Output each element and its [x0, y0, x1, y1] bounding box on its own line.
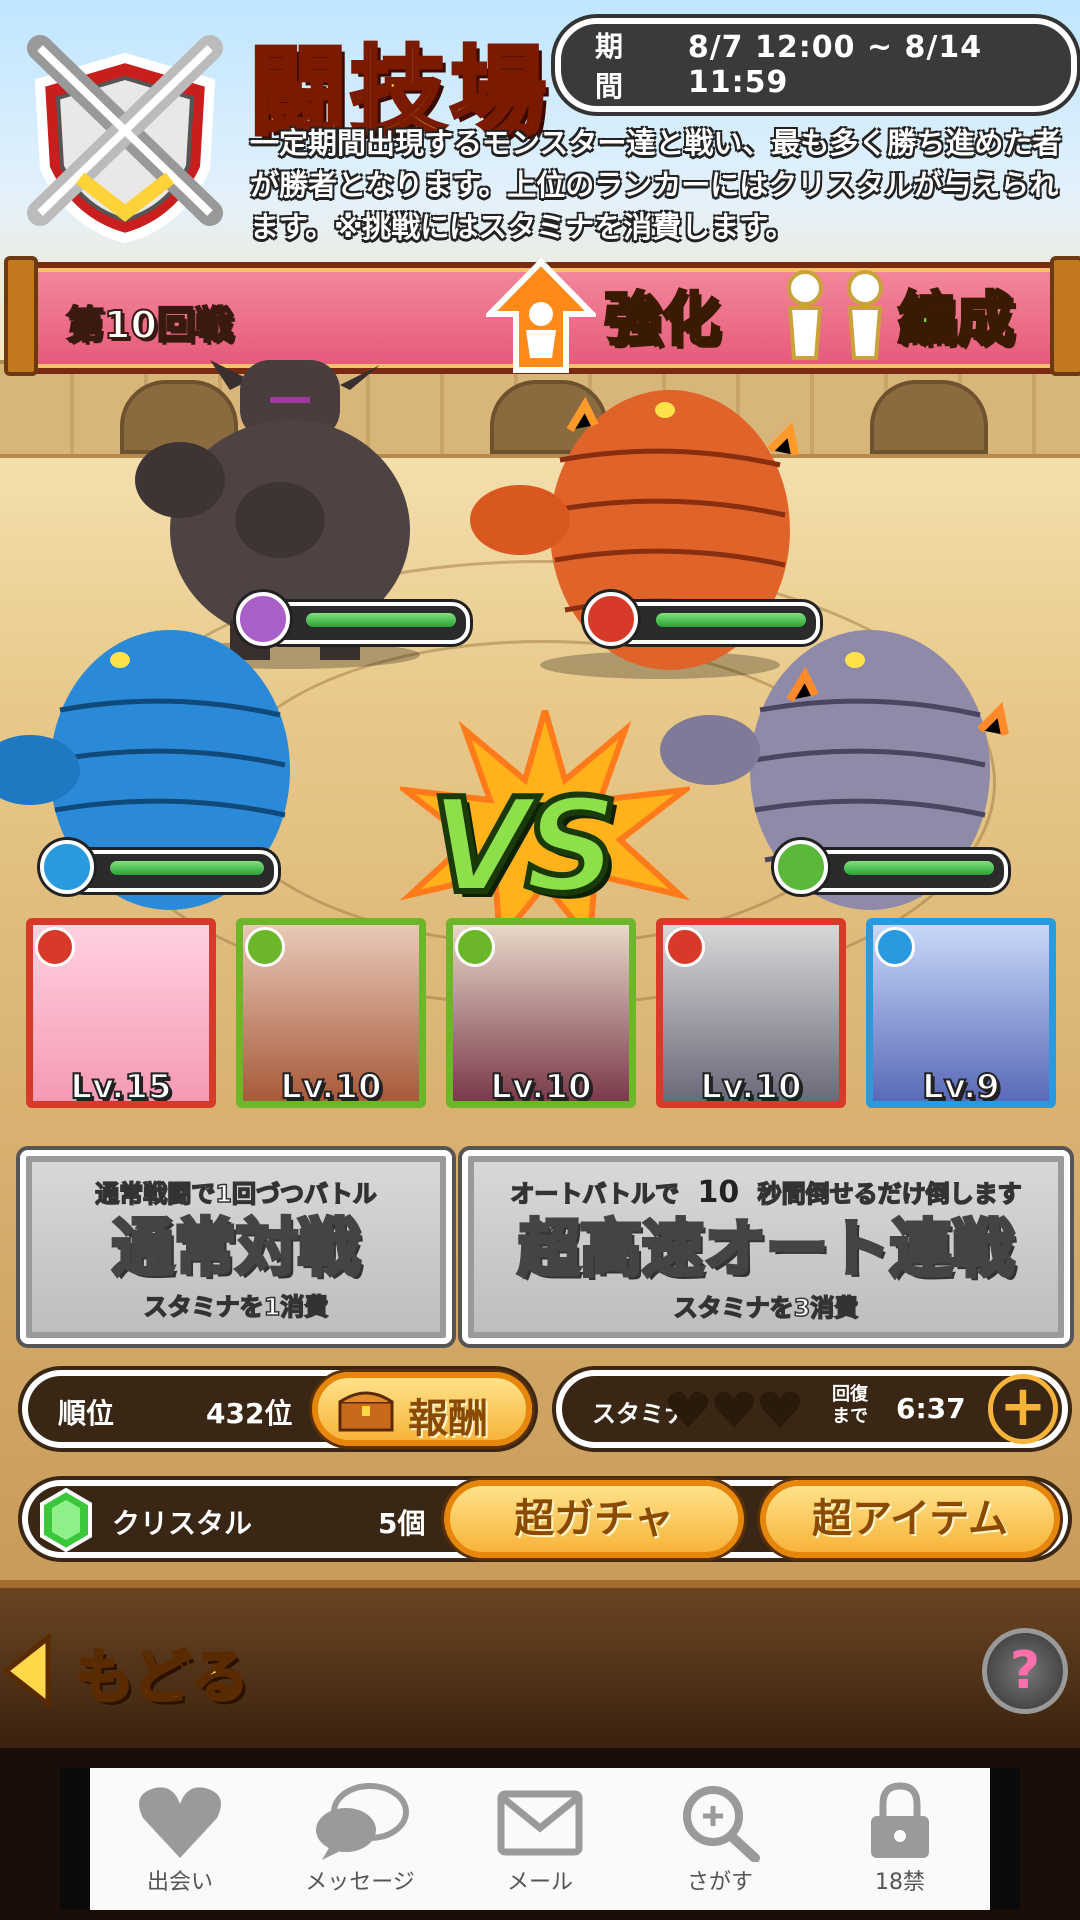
vs-label: VS: [427, 767, 621, 925]
stamina-heart-icon: [714, 1391, 754, 1428]
fire-attribute-icon: [665, 927, 705, 967]
enemy-hp-bar: [800, 850, 1008, 892]
power-up-arrow-icon: [486, 258, 596, 373]
formation-figures-icon: [787, 270, 883, 360]
event-period: 期間 8/7 12:00 ~ 8/14 11:59: [555, 18, 1077, 112]
reward-label: 報酬: [408, 1396, 488, 1442]
party-card[interactable]: Lv.10: [656, 918, 846, 1108]
recover-time: 6:37: [896, 1392, 966, 1425]
event-description: 一定期間出現するモンスター達と戦い、最も多く勝ち進めた者が勝者となります。上位の…: [250, 126, 1062, 244]
enemy-hp-bar: [262, 602, 470, 644]
arena-emblem-icon: [27, 35, 223, 244]
wood-attribute-icon: [245, 927, 285, 967]
card-level: Lv.10: [699, 1066, 802, 1107]
auto-battle-label: 超高速オート連戦: [516, 1210, 1016, 1287]
crystal-icon: [40, 1488, 92, 1552]
card-level: Lv.15: [69, 1066, 172, 1107]
tab-search[interactable]: さがす: [645, 1782, 795, 1896]
party-card[interactable]: Lv.10: [236, 918, 426, 1108]
card-level: Lv.10: [489, 1066, 592, 1107]
auto-battle-cost: スタミナを3消費: [673, 1293, 859, 1323]
reward-button[interactable]: 報酬: [312, 1372, 532, 1446]
arena-gate: [870, 380, 988, 454]
party-card[interactable]: Lv.15: [26, 918, 216, 1108]
tab-mail[interactable]: メール: [465, 1782, 615, 1896]
period-value: 8/7 12:00 ~ 8/14 11:59: [687, 30, 983, 100]
fire-attribute-icon: [35, 927, 75, 967]
banner-cap: [4, 256, 38, 376]
tab-label: さがす: [686, 1870, 753, 1895]
stamina-heart-icon: [760, 1391, 800, 1428]
super-item-label: 超アイテム: [812, 1496, 1008, 1542]
search-icon: [683, 1786, 760, 1862]
add-stamina-button[interactable]: +: [988, 1374, 1058, 1444]
card-level: Lv.9: [921, 1066, 1001, 1107]
tab-label: 出会い: [146, 1870, 213, 1895]
super-gacha-label: 超ガチャ: [514, 1496, 674, 1542]
auto-battle-button[interactable]: オートバトルで 10 秒間倒せるだけ倒します 超高速オート連戦 スタミナを3消費: [462, 1150, 1070, 1344]
enemy-hp-bar: [612, 602, 820, 644]
enemy-hp-bar: [66, 850, 278, 892]
auto-battle-caption: オートバトルで 10 秒間倒せるだけ倒します: [468, 1174, 1064, 1210]
formation-label: 編成: [896, 284, 1015, 355]
normal-battle-button[interactable]: 通常戦闘で1回づつバトル 通常対戦 スタミナを1消費: [20, 1150, 452, 1344]
super-gacha-button[interactable]: 超ガチャ: [444, 1480, 744, 1558]
normal-battle-caption: 通常戦闘で1回づつバトル: [95, 1179, 378, 1209]
normal-battle-label: 通常対戦: [110, 1209, 362, 1286]
chat-bubble-icon: [316, 1783, 409, 1860]
period-label: 期間: [595, 30, 624, 103]
wood-attribute-icon: [455, 927, 495, 967]
power-up-label: 強化: [602, 284, 721, 355]
auto-seconds-value: 10: [697, 1175, 740, 1210]
treasure-chest-icon: [338, 1391, 394, 1432]
normal-battle-cost: スタミナを1消費: [143, 1292, 329, 1322]
auto-caption-suffix: 秒間倒せるだけ倒します: [757, 1179, 1023, 1209]
help-button[interactable]: ?: [982, 1628, 1068, 1714]
banner-cap: [1050, 256, 1080, 376]
stamina-heart-icon: [668, 1391, 708, 1428]
crystal-label: クリスタル: [112, 1507, 253, 1540]
mail-icon: [497, 1790, 583, 1856]
formation-button[interactable]: 編成: [770, 258, 1040, 376]
wood-attribute-icon: [774, 840, 828, 894]
rank-label: 順位: [58, 1397, 115, 1430]
card-level: Lv.10: [279, 1066, 382, 1107]
lock-icon: [871, 1782, 929, 1858]
heart-icon: [139, 1787, 221, 1858]
recover-label: 回復まで: [832, 1384, 868, 1427]
water-attribute-icon: [40, 840, 94, 894]
back-arrow-icon: [2, 1634, 51, 1708]
rank-value: 432位: [206, 1397, 293, 1430]
tab-label: メール: [506, 1870, 573, 1895]
crystal-value: 5個: [378, 1507, 426, 1540]
fire-attribute-icon: [584, 592, 638, 646]
tab-label: メッセージ: [305, 1870, 415, 1895]
tab-label: 18禁: [875, 1870, 925, 1895]
party-card[interactable]: Lv.9: [866, 918, 1056, 1108]
tab-encounter[interactable]: 出会い: [105, 1782, 255, 1896]
party-card[interactable]: Lv.10: [446, 918, 636, 1108]
eye-attribute-icon: [236, 592, 290, 646]
back-label[interactable]: もどる: [75, 1630, 251, 1714]
tab-bar: 出会い メッセージ メール さがす 18禁: [60, 1768, 1020, 1910]
tab-adult[interactable]: 18禁: [825, 1782, 975, 1896]
power-up-button[interactable]: 強化: [486, 258, 756, 376]
tab-messages[interactable]: メッセージ: [285, 1782, 435, 1896]
water-attribute-icon: [875, 927, 915, 967]
super-item-button[interactable]: 超アイテム: [760, 1480, 1060, 1558]
auto-caption-prefix: オートバトルで: [510, 1179, 680, 1209]
round-label: 第10回戦: [65, 302, 234, 348]
